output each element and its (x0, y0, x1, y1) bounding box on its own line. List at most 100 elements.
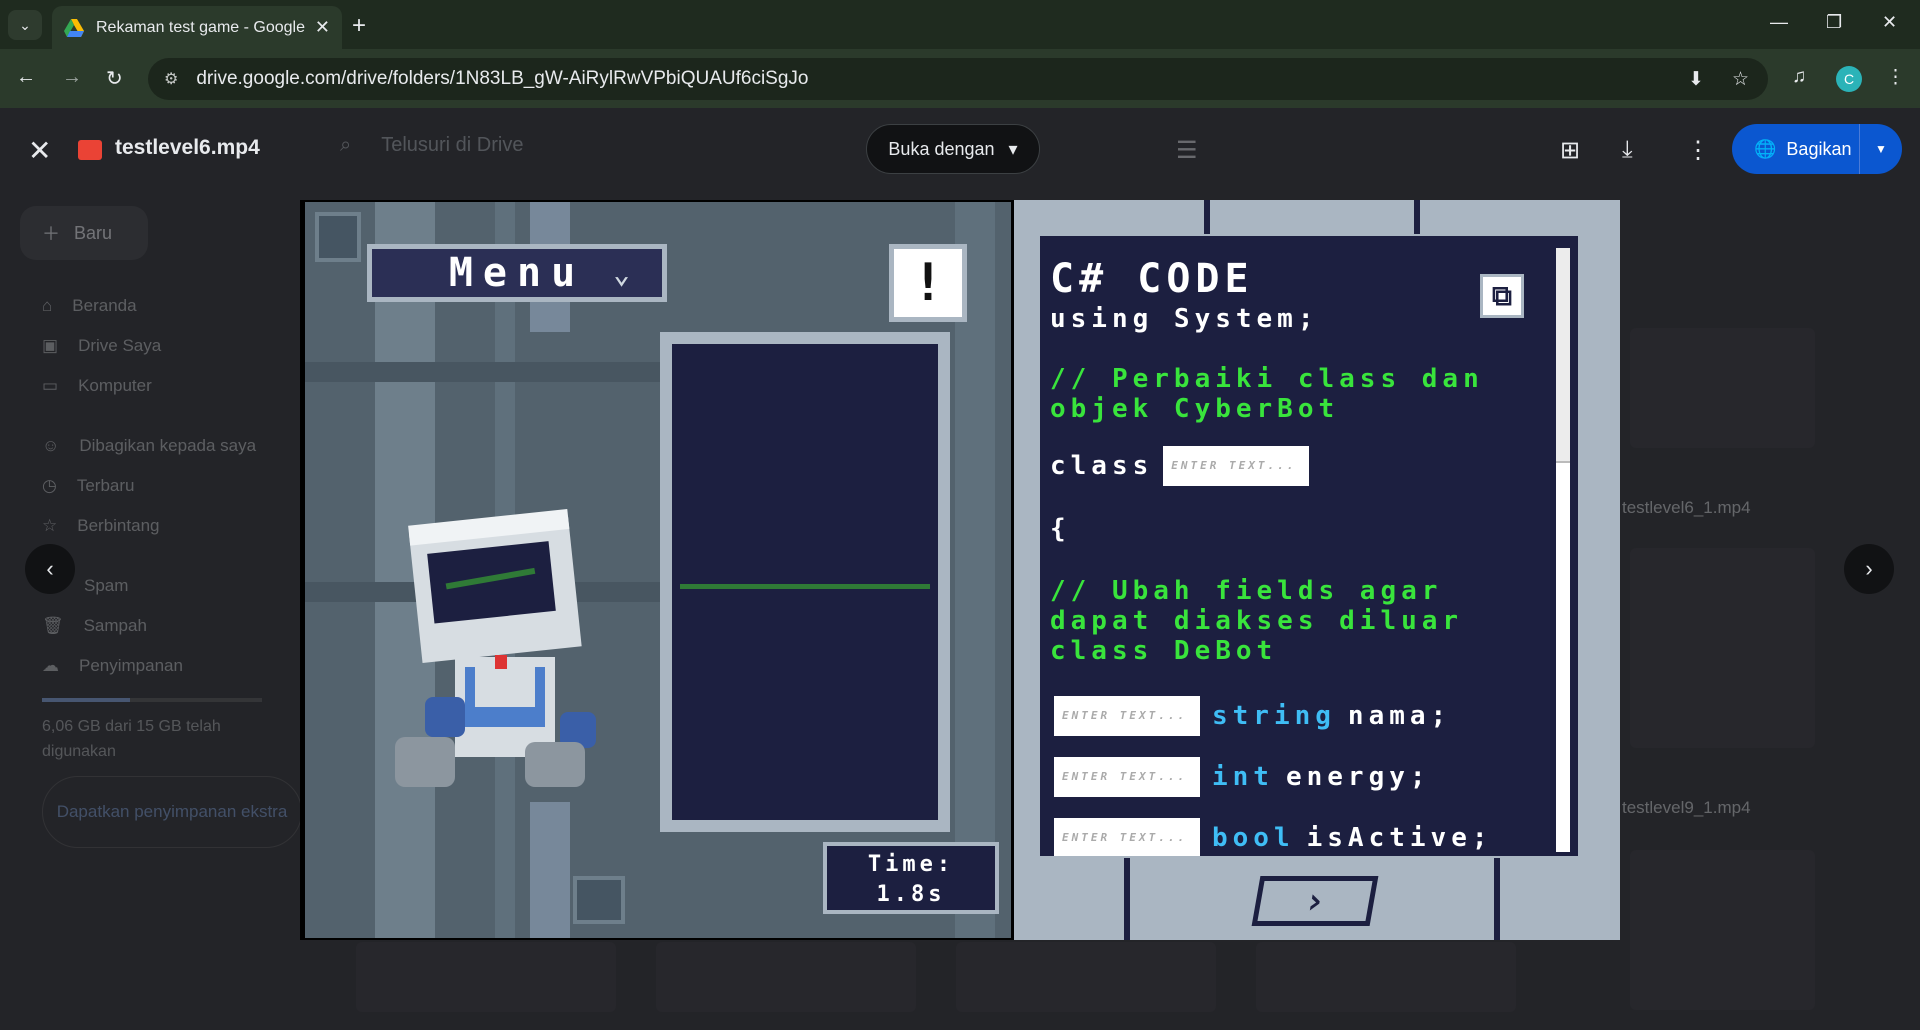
robot-character-icon (395, 509, 596, 787)
file-thumbnail[interactable] (956, 942, 1216, 1012)
menu-label: Menu (448, 250, 586, 296)
more-options-icon[interactable]: ⋮ (1686, 136, 1710, 165)
video-file-icon (78, 140, 102, 160)
browser-menu-icon[interactable]: ⋮ (1886, 66, 1905, 89)
sidebar-item-label: Berbintang (77, 516, 160, 535)
file-thumbnail[interactable] (356, 942, 616, 1012)
chevron-right-icon: › (1865, 556, 1873, 581)
storage-bar (42, 698, 262, 702)
field-name: nama; (1347, 701, 1452, 731)
sidebar-item-recent[interactable]: ◷ Terbaru (42, 476, 134, 496)
field-row: ENTER TEXT... int energy; (1054, 757, 1431, 797)
class-keyword: class (1050, 451, 1154, 481)
sidebar-item-storage[interactable]: ☁ Penyimpanan (42, 656, 183, 676)
tab-search-button[interactable]: ⌄ (8, 10, 42, 40)
browser-tabstrip: ⌄ Rekaman test game - Google D ✕ + — ❐ ✕ (0, 0, 1920, 49)
game-scene: Menu ⌄ ! Time: 1.8s (305, 202, 1011, 938)
share-button[interactable]: 🌐 Bagikan ▼ (1732, 124, 1902, 174)
class-name-input[interactable]: ENTER TEXT... (1163, 446, 1310, 486)
new-tab-button[interactable]: + (352, 12, 366, 40)
file-thumbnail[interactable] (656, 942, 916, 1012)
access-modifier-input[interactable]: ENTER TEXT... (1054, 818, 1200, 856)
globe-icon: 🌐 (1754, 138, 1777, 159)
file-name: testlevel6_1.mp4 (1622, 498, 1751, 517)
file-thumbnail[interactable] (1630, 328, 1815, 448)
file-thumbnail[interactable] (1630, 548, 1815, 748)
sidebar-item-label: Terbaru (76, 476, 135, 495)
close-viewer-icon[interactable]: ✕ (28, 134, 51, 167)
sidebar-item-label: Sampah (83, 616, 147, 635)
screen-inner (672, 344, 938, 820)
search-icon: ⌕ (340, 134, 352, 156)
next-file-button[interactable]: › (1844, 544, 1894, 594)
bookmark-star-icon[interactable]: ☆ (1732, 68, 1749, 91)
next-step-button[interactable]: › (1251, 876, 1379, 926)
field-row: ENTER TEXT... string nama; (1054, 696, 1451, 736)
tab-title: Rekaman test game - Google D (96, 18, 306, 36)
code-line-using: using System; (1050, 304, 1319, 334)
file-thumbnail[interactable] (1630, 850, 1815, 1010)
sidebar-item-starred[interactable]: ☆ Berbintang (42, 516, 159, 536)
chevron-down-icon: ⌄ (19, 16, 31, 33)
filter-icon: ☰ (1176, 137, 1198, 164)
sidebar-item-spam[interactable]: Spam (84, 576, 128, 596)
address-bar[interactable]: ⚙ drive.google.com/drive/folders/1N83LB_… (148, 58, 1768, 100)
reload-icon[interactable]: ↻ (106, 66, 123, 91)
window-close-icon[interactable]: ✕ (1882, 12, 1897, 33)
share-dropdown-icon[interactable]: ▼ (1860, 142, 1902, 156)
code-comment: dapat diakses diluar (1050, 606, 1464, 636)
sidebar-item-computers[interactable]: ▭ Komputer (42, 376, 152, 396)
open-with-button[interactable]: Buka dengan ▾ (866, 124, 1040, 174)
file-name: testlevel9_1.mp4 (1622, 798, 1751, 817)
install-app-icon[interactable]: ⬇ (1688, 68, 1704, 91)
storage-bar-fill (42, 698, 130, 702)
drive-icon: ▣ (42, 336, 59, 355)
field-type: string (1212, 701, 1336, 731)
code-comment: // Ubah fields agar (1050, 576, 1443, 606)
sidebar-item-my-drive[interactable]: ▣ Drive Saya (42, 336, 161, 356)
get-storage-button[interactable]: Dapatkan penyimpanan ekstra (42, 776, 302, 848)
sidebar-item-trash[interactable]: 🗑 Sampah (42, 616, 147, 636)
profile-avatar[interactable]: C (1836, 66, 1862, 92)
alert-button[interactable]: ! (889, 244, 967, 322)
sidebar-item-home[interactable]: ⌂ Beranda (42, 296, 137, 316)
field-name: energy; (1285, 762, 1431, 792)
sidebar-item-label: Dibagikan kepada saya (79, 436, 257, 455)
access-modifier-input[interactable]: ENTER TEXT... (1054, 696, 1200, 736)
chevron-right-icon: › (1300, 880, 1330, 922)
video-player[interactable]: Menu ⌄ ! Time: 1.8s C# CODE ⧉ using Syst… (300, 200, 1620, 940)
viewer-file-name: testlevel6.mp4 (115, 136, 260, 159)
code-comment: // Perbaiki class dan (1050, 364, 1484, 394)
forward-icon[interactable]: → (62, 66, 82, 89)
tab-close-icon[interactable]: ✕ (315, 17, 330, 38)
timer-label: Time: (867, 852, 955, 877)
url-text: drive.google.com/drive/folders/1N83LB_gW… (196, 68, 809, 89)
previous-file-button[interactable]: ‹ (25, 544, 75, 594)
code-editor: C# CODE ⧉ using System; // Perbaiki clas… (1040, 236, 1578, 856)
plus-icon: ＋ (42, 224, 60, 244)
site-info-icon[interactable]: ⚙ (164, 69, 178, 89)
access-modifier-input[interactable]: ENTER TEXT... (1054, 757, 1200, 797)
scrollbar-thumb[interactable] (1556, 248, 1570, 463)
share-label: Bagikan (1786, 138, 1852, 159)
code-scrollbar[interactable] (1556, 248, 1570, 852)
restore-icon[interactable]: ❐ (1826, 12, 1842, 33)
browser-tab[interactable]: Rekaman test game - Google D ✕ (52, 6, 342, 49)
chevron-left-icon: ‹ (46, 556, 54, 581)
home-icon: ⌂ (42, 296, 53, 315)
timer-value: 1.8s (876, 882, 946, 907)
field-name: isActive; (1306, 823, 1493, 853)
media-control-icon[interactable]: ♫ (1792, 66, 1806, 88)
caret-down-icon: ▾ (1008, 138, 1018, 159)
file-thumbnail[interactable] (1256, 942, 1516, 1012)
computer-icon: ▭ (42, 376, 59, 395)
minimize-icon[interactable]: — (1770, 12, 1788, 33)
new-button[interactable]: ＋ Baru (20, 206, 148, 260)
copy-code-icon[interactable]: ⧉ (1480, 274, 1524, 318)
add-comment-icon[interactable]: ⊞ (1560, 136, 1580, 165)
drive-search[interactable]: ⌕ Telusuri di Drive (340, 134, 523, 157)
download-icon[interactable]: ⤓ (1622, 136, 1633, 164)
back-icon[interactable]: ← (16, 66, 36, 89)
game-menu-dropdown[interactable]: Menu ⌄ (367, 244, 667, 302)
sidebar-item-shared[interactable]: ☺ Dibagikan kepada saya (42, 436, 256, 456)
